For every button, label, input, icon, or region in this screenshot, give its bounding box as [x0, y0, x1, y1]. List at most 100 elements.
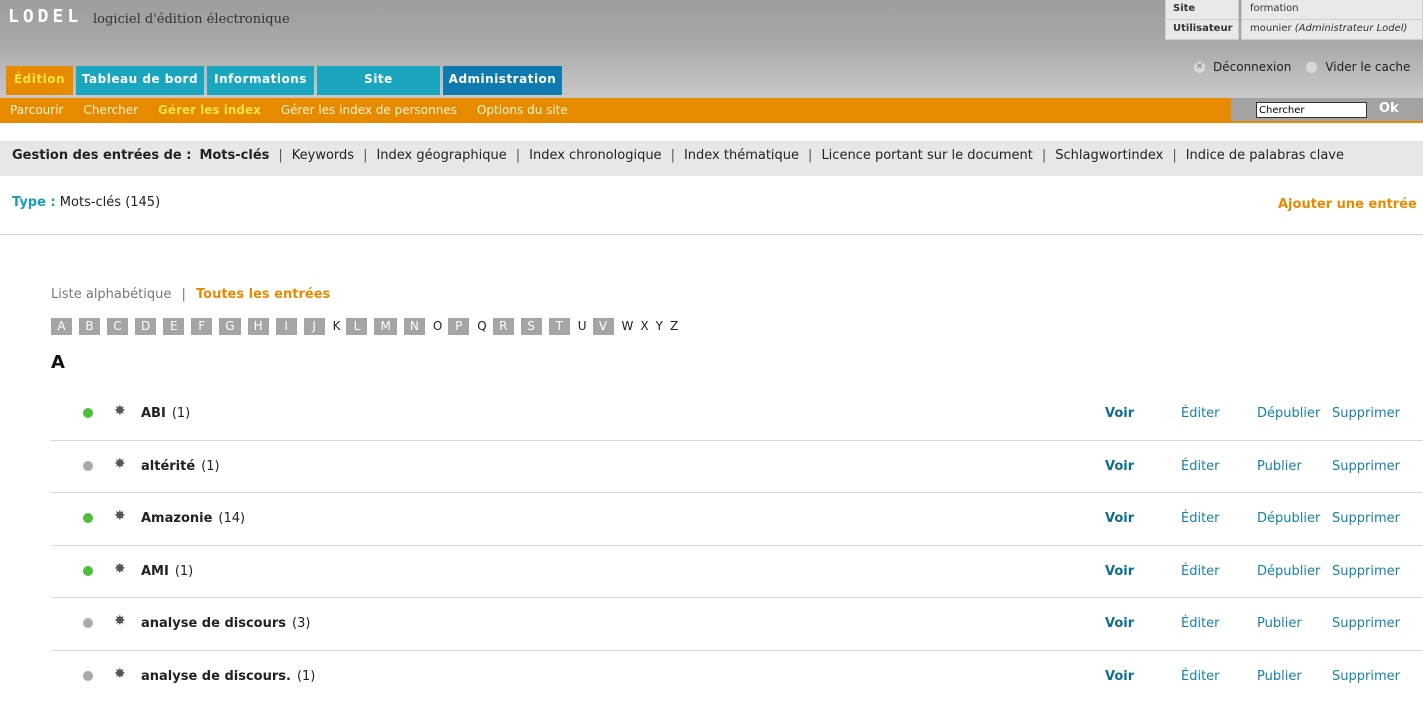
letter-e[interactable]: E	[163, 318, 185, 335]
edit-button[interactable]: Éditer	[1181, 616, 1220, 631]
subnav-gerer-index-personnes[interactable]: Gérer les index de personnes	[281, 103, 457, 117]
subnav-options-site[interactable]: Options du site	[477, 103, 568, 117]
letter-f[interactable]: F	[191, 318, 213, 335]
delete-button[interactable]: Supprimer	[1332, 564, 1400, 579]
unpublish-button[interactable]: Dépublier	[1257, 564, 1320, 579]
entry-name[interactable]: ABI (1)	[141, 406, 190, 421]
letter-p[interactable]: P	[448, 318, 470, 335]
entry-count: (1)	[174, 563, 194, 579]
unpublished-status-icon	[83, 670, 93, 681]
letter-w: W	[621, 319, 634, 333]
index-type-licence[interactable]: Licence portant sur le document	[821, 148, 1032, 163]
entry-list: ✸ ABI (1) Voir Éditer Dépublier Supprimer ✸ alté…	[51, 388, 1423, 702]
publish-button[interactable]: Publier	[1257, 459, 1302, 474]
subnav-chercher[interactable]: Chercher	[83, 103, 138, 117]
entry-name[interactable]: altérité (1)	[141, 459, 220, 474]
index-type-geographique[interactable]: Index géographique	[376, 148, 506, 163]
edit-button[interactable]: Éditer	[1181, 406, 1220, 421]
header-actions: ✕ Déconnexion Vider le cache	[1193, 60, 1410, 74]
letter-m[interactable]: M	[374, 318, 397, 335]
edit-button[interactable]: Éditer	[1181, 669, 1220, 684]
letter-u: U	[577, 319, 587, 333]
user-role: (Administrateur Lodel)	[1294, 23, 1408, 34]
entry-name[interactable]: Amazonie (14)	[141, 511, 245, 526]
entry-label: analyse de discours	[141, 616, 286, 631]
entry-name[interactable]: AMI (1)	[141, 564, 193, 579]
letter-d[interactable]: D	[135, 318, 157, 335]
entry-label: ABI	[141, 406, 166, 421]
tab-edition[interactable]: Édition	[6, 66, 73, 95]
list-mode-all-entries[interactable]: Toutes les entrées	[196, 287, 330, 302]
entry-name[interactable]: analyse de discours (3)	[141, 616, 310, 631]
tab-informations[interactable]: Informations	[207, 66, 314, 95]
star-icon[interactable]: ✸	[114, 613, 126, 629]
star-icon[interactable]: ✸	[114, 403, 126, 419]
view-button[interactable]: Voir	[1105, 459, 1134, 474]
tab-administration[interactable]: Administration	[443, 66, 562, 95]
user-name: mounier	[1250, 23, 1292, 34]
letter-r[interactable]: R	[492, 318, 514, 335]
letter-a[interactable]: A	[51, 318, 72, 335]
star-icon[interactable]: ✸	[114, 666, 126, 682]
index-type-bar: Gestion des entrées de : Mots-clés | Key…	[0, 141, 1423, 176]
letter-i[interactable]: I	[275, 318, 297, 335]
close-icon: ✕	[1193, 60, 1206, 74]
site-value: formation	[1241, 0, 1423, 20]
list-mode-alphabetical[interactable]: Liste alphabétique	[51, 287, 171, 302]
view-button[interactable]: Voir	[1105, 406, 1134, 421]
search-input[interactable]	[1256, 102, 1367, 118]
star-icon[interactable]: ✸	[114, 456, 126, 472]
letter-n[interactable]: N	[403, 318, 425, 335]
index-type-thematique[interactable]: Index thématique	[684, 148, 799, 163]
index-type-keywords[interactable]: Keywords	[292, 148, 354, 163]
tagline: logiciel d'édition électronique	[93, 12, 290, 27]
alphabet-filter: ABCDEFGHIJKLMNOPQRSTUVWXYZ	[51, 318, 684, 335]
delete-button[interactable]: Supprimer	[1332, 459, 1400, 474]
delete-button[interactable]: Supprimer	[1332, 406, 1400, 421]
star-icon[interactable]: ✸	[114, 508, 126, 524]
index-type-palabras-clave[interactable]: Indice de palabras clave	[1186, 148, 1344, 163]
view-button[interactable]: Voir	[1105, 616, 1134, 631]
letter-h[interactable]: H	[247, 318, 269, 335]
search-ok-button[interactable]: Ok	[1379, 101, 1399, 116]
letter-t[interactable]: T	[548, 318, 570, 335]
letter-g[interactable]: G	[219, 318, 241, 335]
clear-cache-link[interactable]: Vider le cache	[1305, 60, 1410, 74]
tab-tableau-de-bord[interactable]: Tableau de bord	[76, 66, 204, 95]
star-icon[interactable]: ✸	[114, 561, 126, 577]
edit-button[interactable]: Éditer	[1181, 459, 1220, 474]
view-button[interactable]: Voir	[1105, 564, 1134, 579]
edit-button[interactable]: Éditer	[1181, 511, 1220, 526]
subnav-gerer-index[interactable]: Gérer les index	[158, 103, 261, 117]
index-type-chronologique[interactable]: Index chronologique	[529, 148, 661, 163]
delete-button[interactable]: Supprimer	[1332, 511, 1400, 526]
publish-button[interactable]: Publier	[1257, 616, 1302, 631]
letter-c[interactable]: C	[107, 318, 128, 335]
site-label: Site	[1165, 0, 1239, 20]
letter-s[interactable]: S	[520, 318, 542, 335]
header: LODEL logiciel d'édition électronique Si…	[0, 0, 1423, 98]
list-mode-switch: Liste alphabétique | Toutes les entrées	[51, 287, 330, 302]
subnav-parcourir[interactable]: Parcourir	[10, 103, 63, 117]
view-button[interactable]: Voir	[1105, 669, 1134, 684]
add-entry-link[interactable]: Ajouter une entrée	[1278, 197, 1417, 212]
letter-v[interactable]: V	[592, 318, 614, 335]
letter-b[interactable]: B	[79, 318, 100, 335]
index-type-mots-cles[interactable]: Mots-clés	[199, 148, 269, 163]
entry-count: (3)	[292, 616, 311, 631]
index-type-schlagwortindex[interactable]: Schlagwortindex	[1055, 148, 1163, 163]
letter-j[interactable]: J	[303, 318, 325, 335]
unpublish-button[interactable]: Dépublier	[1257, 511, 1320, 526]
tab-site[interactable]: Site	[317, 66, 440, 95]
unpublish-button[interactable]: Dépublier	[1257, 406, 1320, 421]
lodel-logo[interactable]: LODEL	[8, 6, 82, 27]
edit-button[interactable]: Éditer	[1181, 564, 1220, 579]
view-button[interactable]: Voir	[1105, 511, 1134, 526]
publish-button[interactable]: Publier	[1257, 669, 1302, 684]
delete-button[interactable]: Supprimer	[1332, 616, 1400, 631]
letter-l[interactable]: L	[346, 318, 368, 335]
separator: |	[515, 148, 521, 163]
delete-button[interactable]: Supprimer	[1332, 669, 1400, 684]
entry-name[interactable]: analyse de discours. (1)	[141, 669, 315, 684]
logout-link[interactable]: ✕ Déconnexion	[1193, 60, 1291, 74]
